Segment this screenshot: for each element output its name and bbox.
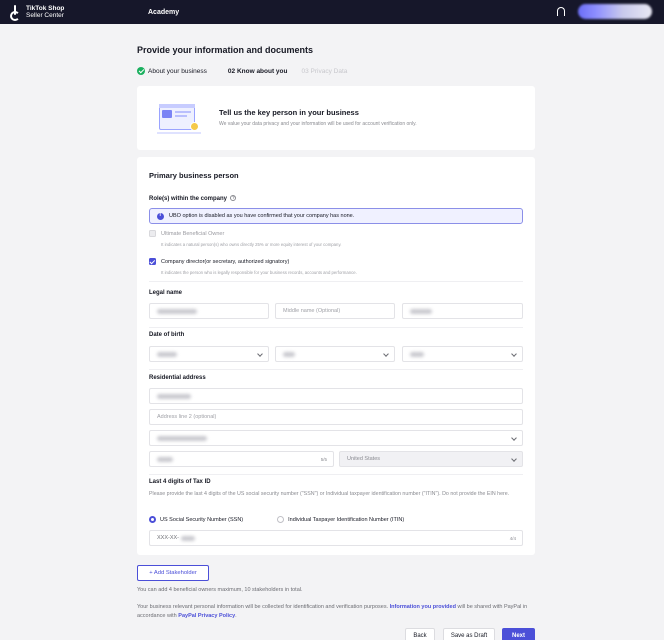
ubo-description: It indicates a natural person(s) who own… <box>161 242 342 247</box>
divider <box>149 474 523 475</box>
primary-business-person-form: Primary business person Role(s) within t… <box>137 157 535 555</box>
ubo-disabled-alert: UBO option is disabled as you have confi… <box>149 208 523 224</box>
divider <box>149 281 523 282</box>
intro-subtitle: We value your data privacy and your info… <box>219 121 417 127</box>
address-label: Residential address <box>149 375 206 381</box>
director-description: It indicates the person who is legally r… <box>161 270 357 275</box>
step-about-business[interactable]: About your business <box>137 67 207 75</box>
information-provided-link[interactable]: Information you provided <box>390 604 456 610</box>
info-icon <box>157 212 164 220</box>
dob-month-select[interactable] <box>149 346 269 362</box>
last-name-input[interactable] <box>402 303 523 319</box>
next-button[interactable]: Next <box>502 628 535 640</box>
city-state-select[interactable] <box>149 430 523 446</box>
tax-id-type-radio-group: US Social Security Number (SSN) Individu… <box>149 516 404 523</box>
option-ultimate-beneficial-owner[interactable]: Ultimate Beneficial Owner <box>149 230 224 237</box>
director-checkbox[interactable] <box>149 258 156 265</box>
id-card-illustration-icon <box>157 100 201 136</box>
dob-label: Date of birth <box>149 332 185 338</box>
tax-id-help: Please provide the last 4 digits of the … <box>149 491 510 497</box>
tax-id-label: Last 4 digits of Tax ID <box>149 479 211 485</box>
director-label: Company director(or secretary, authorize… <box>161 258 290 265</box>
help-icon[interactable] <box>230 195 237 201</box>
alert-text: UBO option is disabled as you have confi… <box>169 213 355 219</box>
address-line1-input[interactable] <box>149 388 523 404</box>
nav-academy[interactable]: Academy <box>148 9 179 16</box>
step-label: About your business <box>148 67 207 75</box>
divider <box>149 327 523 328</box>
page-title: Provide your information and documents <box>137 45 314 55</box>
save-draft-button[interactable]: Save as Draft <box>443 628 495 640</box>
add-stakeholder-button[interactable]: + Add Stakeholder <box>137 565 209 581</box>
chevron-down-icon <box>511 351 517 357</box>
first-name-input[interactable] <box>149 303 269 319</box>
step-privacy-data: 03 Privacy Data <box>301 67 348 75</box>
ssn-label[interactable]: US Social Security Number (SSN) <box>160 517 243 523</box>
option-company-director[interactable]: Company director(or secretary, authorize… <box>149 258 289 265</box>
headset-icon[interactable] <box>557 7 565 16</box>
paypal-privacy-policy-link[interactable]: PayPal Privacy Policy <box>178 613 235 619</box>
zip-code-input[interactable]: 5/5 <box>149 451 334 467</box>
chevron-down-icon <box>511 435 517 441</box>
dob-day-select[interactable] <box>275 346 395 362</box>
logo-text: TikTok Shop Seller Center <box>26 5 64 19</box>
privacy-note-end: . <box>235 613 237 619</box>
address-line2-input[interactable]: Address line 2 (optional) <box>149 409 523 425</box>
chevron-down-icon <box>257 351 263 357</box>
progress-steps: About your business 02 Know about you 03… <box>137 67 347 75</box>
ssn-radio[interactable] <box>149 516 156 523</box>
tiktok-logo-icon <box>10 5 22 21</box>
step-know-about-you: 02 Know about you <box>227 67 288 75</box>
back-button[interactable]: Back <box>405 628 435 640</box>
stakeholder-limit-note: You can add 4 beneficial owners maximum,… <box>137 587 303 593</box>
tax-id-input[interactable]: XXX-XX- 4/4 <box>149 530 523 546</box>
intro-title: Tell us the key person in your business <box>219 108 359 117</box>
dob-year-select[interactable] <box>402 346 523 362</box>
zip-counter: 5/5 <box>320 457 327 462</box>
divider <box>149 369 523 370</box>
privacy-note: Your business relevant personal informat… <box>137 603 537 621</box>
intro-card: Tell us the key person in your business … <box>137 86 535 150</box>
middle-name-input[interactable]: Middle name (Optional) <box>275 303 395 319</box>
ubo-checkbox[interactable] <box>149 230 156 237</box>
country-value: United States <box>347 456 381 462</box>
ubo-label: Ultimate Beneficial Owner <box>161 230 225 237</box>
itin-label[interactable]: Individual Taxpayer Identification Numbe… <box>288 517 404 523</box>
tiktok-shop-logo[interactable]: TikTok Shop Seller Center <box>10 5 120 21</box>
roles-label: Role(s) within the company <box>149 195 237 202</box>
logo-subtitle: Seller Center <box>26 12 64 19</box>
section-title: Primary business person <box>149 171 239 180</box>
tax-id-counter: 4/4 <box>509 536 516 541</box>
itin-radio[interactable] <box>277 516 285 523</box>
legal-name-label: Legal name <box>149 290 183 296</box>
top-navigation-bar: TikTok Shop Seller Center Academy <box>0 0 664 24</box>
privacy-note-text: Your business relevant personal informat… <box>137 604 390 610</box>
roles-label-text: Role(s) within the company <box>149 196 228 202</box>
logo-title: TikTok Shop <box>26 5 65 12</box>
tax-id-prefix: XXX-XX- <box>157 535 180 541</box>
chevron-down-icon <box>511 456 517 462</box>
chevron-down-icon <box>383 351 389 357</box>
check-circle-icon <box>137 67 145 75</box>
account-avatar[interactable] <box>578 4 652 19</box>
country-select[interactable]: United States <box>339 451 523 467</box>
